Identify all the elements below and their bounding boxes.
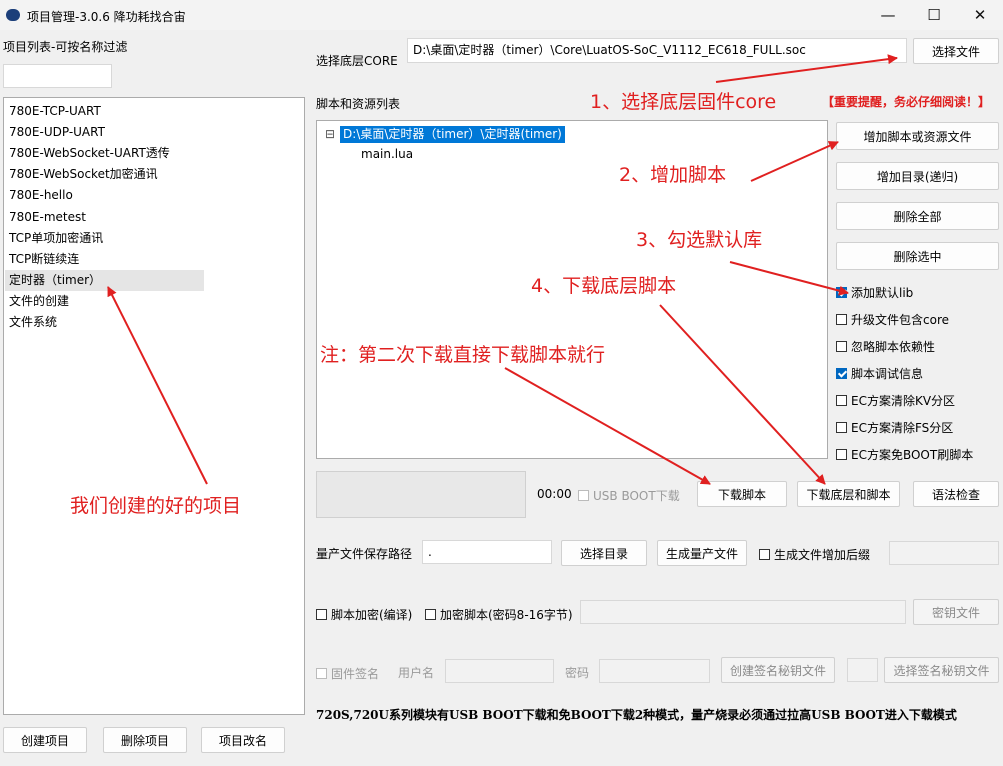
annotation-arrows bbox=[107, 54, 898, 485]
arrow-projects bbox=[107, 286, 208, 485]
arrow-step1 bbox=[715, 54, 898, 83]
arrow-step3 bbox=[729, 261, 849, 296]
arrow-note bbox=[504, 367, 711, 485]
arrow-step4 bbox=[659, 304, 826, 485]
arrow-step2 bbox=[750, 141, 839, 182]
